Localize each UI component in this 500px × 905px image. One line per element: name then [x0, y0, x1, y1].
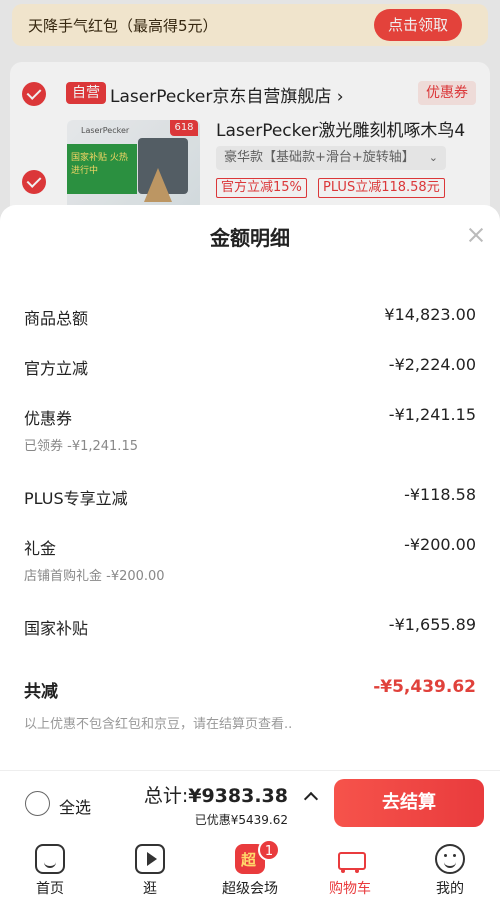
- row-value: -¥200.00: [404, 535, 476, 554]
- tab-label: 购物车: [329, 881, 371, 897]
- row-sub: 店铺首购礼金 -¥200.00: [24, 569, 165, 584]
- tab-home[interactable]: 首页: [0, 836, 100, 905]
- checkout-button[interactable]: 去结算: [334, 779, 484, 827]
- total-price: 总计:¥9383.38: [144, 781, 288, 808]
- row-label: 商品总额: [24, 309, 89, 328]
- video-icon: [135, 844, 165, 874]
- close-icon[interactable]: [466, 225, 486, 245]
- row-label: 国家补贴: [24, 619, 89, 638]
- notification-badge: 1: [258, 839, 280, 861]
- row-sub: 已领券 -¥1,241.15: [24, 439, 138, 454]
- row-value: ¥14,823.00: [384, 305, 476, 324]
- total-prefix: 总计:: [143, 785, 189, 807]
- select-all-label[interactable]: 全选: [59, 794, 91, 818]
- total-value: -¥5,439.62: [373, 677, 476, 697]
- total-amount: ¥9383.38: [188, 785, 288, 807]
- row-value: -¥2,224.00: [388, 355, 476, 374]
- tab-super-venue[interactable]: 1 超级会场: [200, 836, 300, 905]
- checkout-bar: 全选 总计:¥9383.38 已优惠¥5439.62 去结算: [0, 770, 500, 836]
- bottom-tab-bar: 首页 逛 1 超级会场 购物车 我的: [0, 836, 500, 905]
- row-label: 优惠券: [24, 409, 73, 428]
- tab-profile[interactable]: 我的: [400, 836, 500, 905]
- row-label: 礼金: [24, 539, 57, 558]
- tab-label: 我的: [436, 881, 464, 897]
- tab-label: 超级会场: [222, 881, 278, 897]
- discount-note: 以上优惠不包含红包和京豆，请在结算页查看..: [24, 717, 293, 732]
- row-label: 官方立减: [24, 359, 89, 378]
- row-value: -¥118.58: [404, 485, 476, 504]
- row-value: -¥1,655.89: [388, 615, 476, 634]
- tab-label: 逛: [143, 881, 157, 897]
- saved-amount: 已优惠¥5439.62: [194, 813, 288, 827]
- row-value: -¥1,241.15: [388, 405, 476, 424]
- tab-label: 首页: [36, 881, 64, 897]
- sheet-title: 金额明细: [210, 226, 290, 250]
- cart-icon: [335, 844, 366, 874]
- row-label: PLUS专享立减: [24, 489, 128, 508]
- chevron-up-icon[interactable]: [302, 787, 320, 805]
- amount-detail-sheet: 金额明细 商品总额 ¥14,823.00 官方立减 -¥2,224.00 优惠券…: [0, 205, 500, 770]
- profile-icon: [435, 844, 465, 874]
- select-all-radio[interactable]: [25, 791, 50, 816]
- home-icon: [35, 844, 65, 874]
- tab-cart[interactable]: 购物车: [300, 836, 400, 905]
- tab-browse[interactable]: 逛: [100, 836, 200, 905]
- total-label: 共减: [24, 682, 58, 702]
